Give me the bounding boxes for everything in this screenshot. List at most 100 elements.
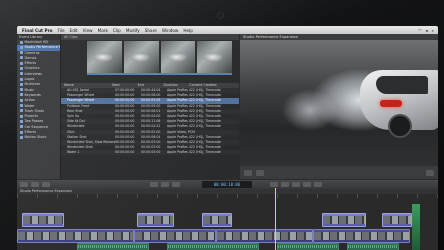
- car-window: [376, 76, 428, 94]
- playhead[interactable]: [275, 188, 276, 250]
- library-item[interactable]: Motion Stock: [17, 135, 60, 140]
- insert-clip-button[interactable]: [161, 182, 169, 187]
- library-item-label: Demos: [24, 55, 37, 60]
- event-icon: [20, 104, 23, 108]
- wifi-icon[interactable]: ◠: [418, 28, 422, 33]
- event-icon: [20, 45, 23, 49]
- connected-clip[interactable]: [322, 213, 366, 227]
- library-item-label: Music: [24, 87, 35, 92]
- clip-thumbnail[interactable]: [160, 41, 196, 73]
- event-icon: [20, 51, 23, 55]
- clip-thumbnail[interactable]: [197, 41, 232, 73]
- clip-end: 00:00:05:00: [141, 150, 161, 155]
- search-icon[interactable]: ⌕: [432, 28, 434, 33]
- menu-clip[interactable]: Clip: [113, 28, 121, 33]
- audio-clip[interactable]: [347, 243, 399, 250]
- menu-mark[interactable]: Mark: [98, 28, 108, 33]
- timeline[interactable]: Studio Performance Expansion: [17, 189, 438, 250]
- event-icon: [20, 77, 23, 81]
- menu-help[interactable]: Help: [183, 28, 193, 33]
- library-item-label: Cameras: [24, 50, 40, 55]
- status-icons: ◠ ◂ ⌕: [418, 28, 434, 33]
- menu-window[interactable]: Window: [162, 28, 179, 33]
- event-icon: [20, 125, 23, 129]
- menu-edit[interactable]: Edit: [70, 28, 78, 33]
- car-wheel: [388, 114, 412, 138]
- audio-clip[interactable]: [167, 243, 259, 250]
- keyword-button[interactable]: [31, 182, 39, 187]
- library-item-label: Action: [24, 98, 36, 103]
- event-icon: [20, 98, 23, 102]
- event-icon: [20, 40, 23, 44]
- viewer-controls: [240, 166, 438, 179]
- append-clip-button[interactable]: [172, 182, 180, 187]
- clip-thumbnail[interactable]: [123, 41, 159, 73]
- event-icon: [20, 109, 23, 113]
- library-item-label: Macintosh HD: [24, 40, 49, 44]
- storyline-clip[interactable]: [17, 229, 134, 243]
- car-image: [360, 70, 438, 138]
- menu-view[interactable]: View: [83, 28, 93, 33]
- audio-clip[interactable]: [277, 243, 339, 250]
- connected-clip[interactable]: [202, 213, 232, 227]
- storyline-clip[interactable]: [216, 229, 313, 243]
- clip-content: Apple ProRes 422 (HQ), Timecode: [167, 150, 221, 155]
- library-item-label: Two Passes: [24, 119, 44, 124]
- enhance-button[interactable]: [281, 182, 289, 187]
- library-item-label: Studio Performance Expansion: [24, 45, 61, 50]
- video-frame[interactable]: [240, 40, 438, 166]
- inspector-button[interactable]: [292, 182, 300, 187]
- share-button[interactable]: [303, 182, 311, 187]
- analyze-button[interactable]: [42, 182, 50, 187]
- library-item-label: Water: [24, 103, 35, 108]
- timecode-display[interactable]: 00:00:18:06: [202, 181, 252, 188]
- clip-row[interactable]: Water 1 00:00:00:00 00:00:05:00 Apple ProRe…: [61, 150, 239, 156]
- library-item-label: Keywords: [24, 92, 41, 97]
- menu-file[interactable]: File: [58, 28, 65, 33]
- event-icon: [20, 135, 23, 139]
- clip-name: Water 1: [67, 150, 80, 155]
- clip-start: 00:00:00:00: [115, 150, 135, 155]
- fullscreen-button[interactable]: [256, 169, 264, 176]
- event-library: Event Library Macintosh HD Studio Perform…: [17, 34, 61, 179]
- storyline-clip[interactable]: [134, 229, 216, 243]
- event-icon: [20, 130, 23, 134]
- library-item-label: Track Shots: [24, 108, 44, 113]
- menu-modify[interactable]: Modify: [126, 28, 140, 33]
- connected-clip[interactable]: [382, 213, 412, 227]
- view-options-button[interactable]: [426, 169, 434, 176]
- timeline-ruler[interactable]: [17, 194, 438, 198]
- library-item-label: Interviews: [24, 71, 43, 76]
- app-menu[interactable]: Final Cut Pro: [22, 28, 53, 33]
- library-item-label: Effects: [24, 130, 37, 135]
- event-icon: [20, 72, 23, 76]
- event-browser: All Clips Name Start End Duration Conten…: [61, 34, 239, 179]
- library-item-label: Car Sequence: [24, 124, 49, 129]
- clip-thumbnail[interactable]: [87, 41, 122, 73]
- menu-bar: Final Cut Pro File Edit View Mark Clip M…: [17, 26, 438, 34]
- connected-clip[interactable]: [22, 213, 64, 227]
- browser-toolbar: All Clips: [61, 34, 239, 40]
- camera-icon: [218, 13, 223, 18]
- library-item-label: Multicam: [24, 82, 41, 87]
- library-item-label: Effects: [24, 61, 37, 66]
- tool-select-button[interactable]: [270, 182, 278, 187]
- connect-clip-button[interactable]: [150, 182, 158, 187]
- volume-icon[interactable]: ◂: [426, 28, 428, 33]
- event-icon: [20, 66, 23, 70]
- event-icon: [20, 82, 23, 86]
- car-taillight: [380, 100, 402, 107]
- audio-clip[interactable]: [77, 243, 149, 250]
- filmstrip-selection-bar: [87, 73, 232, 75]
- connected-clip[interactable]: [137, 213, 174, 227]
- menu-share[interactable]: Share: [145, 28, 157, 33]
- event-icon: [20, 61, 23, 65]
- storyline-clip[interactable]: [313, 229, 410, 243]
- import-button[interactable]: [20, 182, 28, 187]
- event-icon: [20, 119, 23, 123]
- media-browser-button[interactable]: [314, 182, 322, 187]
- clip-filter-label[interactable]: All Clips: [64, 35, 77, 39]
- library-item-label: Projects: [24, 114, 38, 119]
- play-button[interactable]: [244, 169, 252, 176]
- filmstrip-preview[interactable]: [87, 41, 232, 81]
